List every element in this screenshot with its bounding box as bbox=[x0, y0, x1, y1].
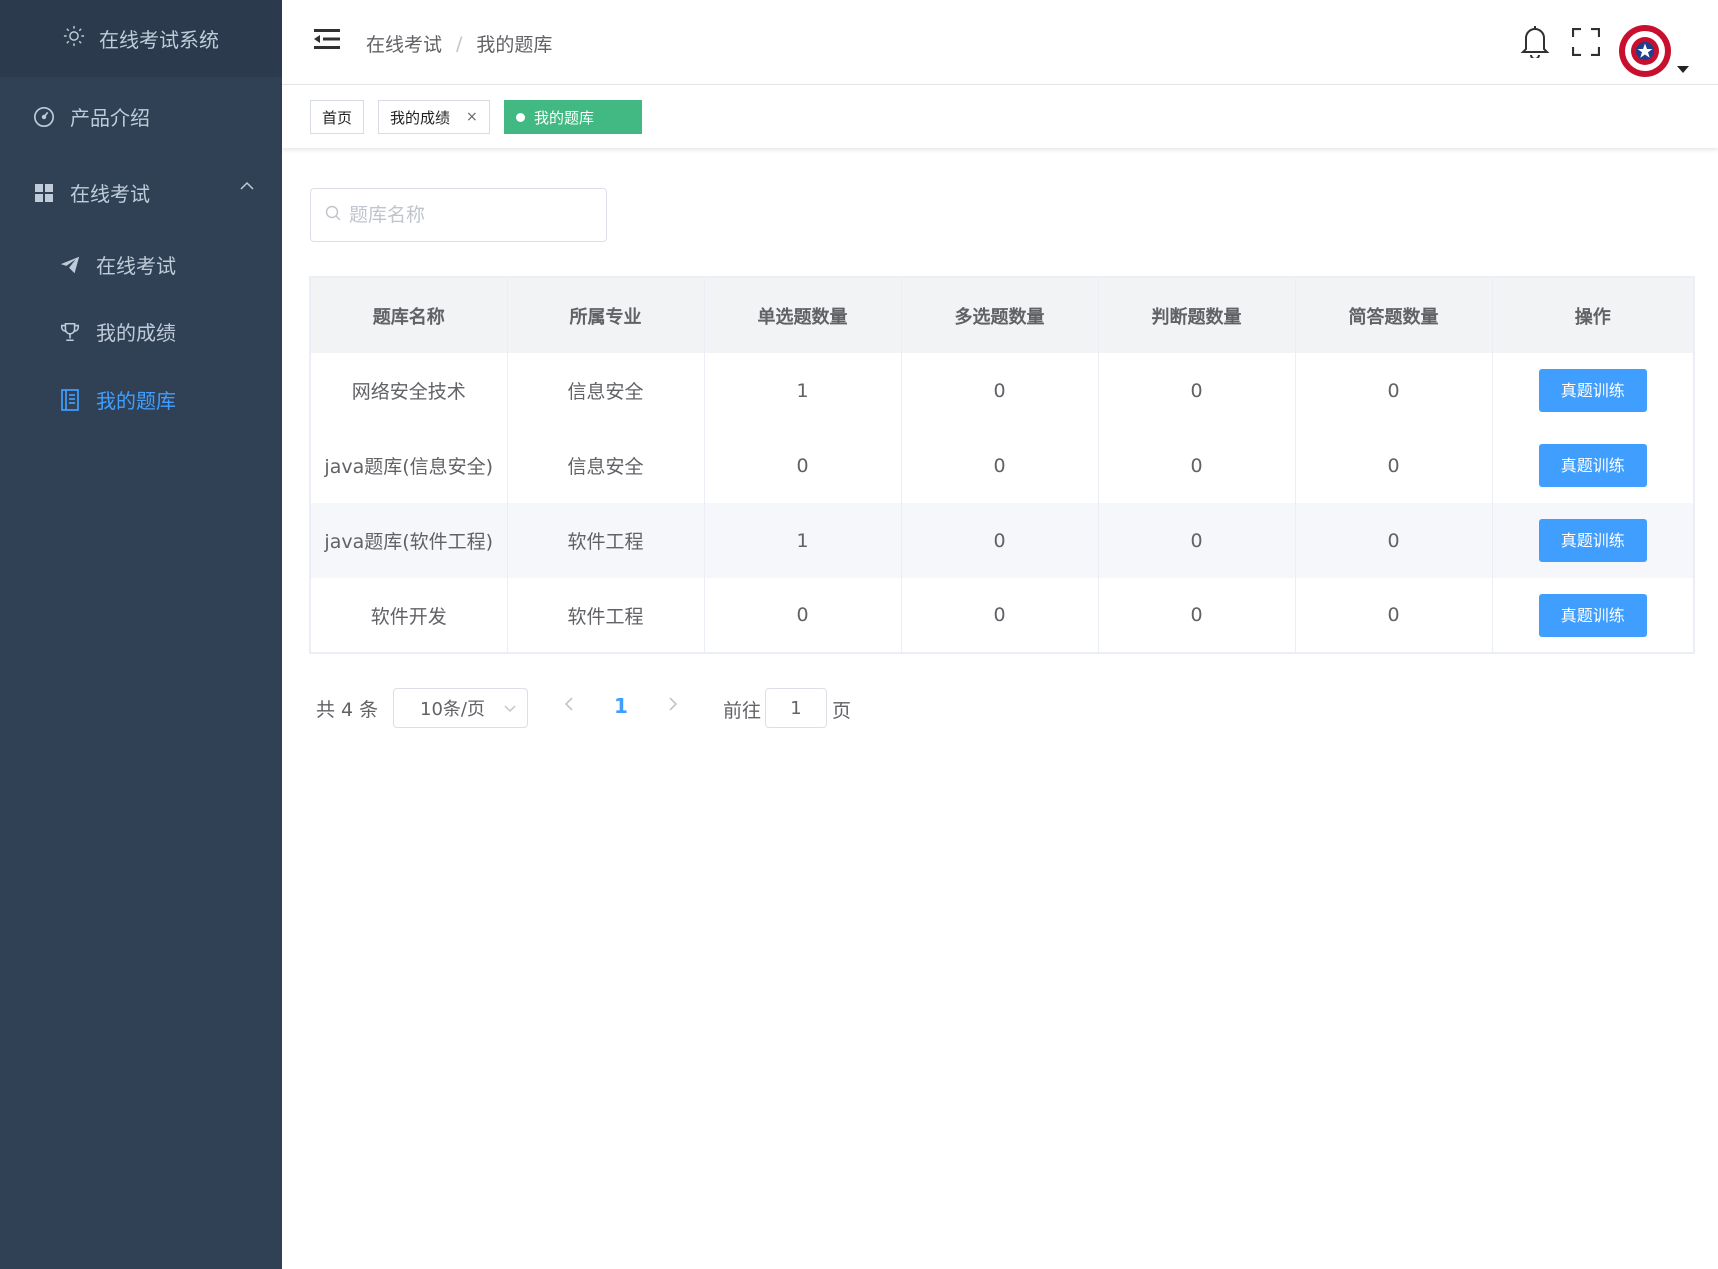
sidebar-item-my-scores[interactable]: 我的成绩 bbox=[58, 317, 176, 346]
practice-button[interactable]: 真题训练 bbox=[1538, 369, 1647, 412]
cell-single-count: 0 bbox=[704, 428, 902, 503]
tag-label: 我的成绩 bbox=[390, 108, 451, 127]
prev-page-icon[interactable] bbox=[563, 696, 575, 717]
caret-down-icon[interactable] bbox=[1677, 66, 1689, 73]
cell-judge-count: 0 bbox=[1098, 428, 1296, 503]
question-bank-name-input[interactable] bbox=[349, 204, 589, 226]
cell-short-count: 0 bbox=[1295, 428, 1493, 503]
app-logo: 在线考试系统 bbox=[0, 0, 282, 77]
column-header: 判断题数量 bbox=[1098, 277, 1296, 353]
practice-button[interactable]: 真题训练 bbox=[1538, 444, 1647, 487]
top-navbar: 在线考试 / 我的题库 bbox=[282, 0, 1718, 85]
cell-major: 软件工程 bbox=[507, 503, 705, 578]
page-size-value: 10条/页 bbox=[420, 699, 485, 720]
hamburger-icon[interactable] bbox=[314, 28, 340, 54]
cell-multi-count: 0 bbox=[901, 428, 1099, 503]
cell-action: 真题训练 bbox=[1492, 353, 1694, 428]
dashboard-icon bbox=[32, 105, 56, 129]
column-header: 单选题数量 bbox=[704, 277, 902, 353]
goto-label: 前往 bbox=[723, 700, 762, 722]
table-row: 网络安全技术 信息安全 1 0 0 0 真题训练 bbox=[310, 353, 1694, 428]
practice-button[interactable]: 真题训练 bbox=[1538, 519, 1647, 562]
breadcrumb-item[interactable]: 在线考试 bbox=[366, 30, 442, 57]
bell-icon[interactable] bbox=[1520, 24, 1550, 62]
cell-name: java题库(信息安全) bbox=[310, 428, 508, 503]
close-icon[interactable]: × bbox=[466, 109, 478, 125]
column-header: 简答题数量 bbox=[1295, 277, 1493, 353]
page-number-current[interactable]: 1 bbox=[614, 694, 628, 718]
table-row: java题库(软件工程) 软件工程 1 0 0 0 真题训练 bbox=[310, 503, 1694, 578]
cell-action: 真题训练 bbox=[1492, 428, 1694, 503]
sidebar-item-product-intro[interactable]: 产品介绍 bbox=[32, 102, 150, 131]
cell-single-count: 0 bbox=[704, 578, 902, 653]
chevron-up-icon bbox=[240, 176, 254, 195]
tag-home[interactable]: 首页 bbox=[310, 100, 365, 134]
pagination-total: 共 4 条 bbox=[316, 698, 379, 721]
page-unit-label: 页 bbox=[832, 700, 852, 722]
tag-label: 首页 bbox=[322, 108, 353, 127]
cell-judge-count: 0 bbox=[1098, 503, 1296, 578]
cell-short-count: 0 bbox=[1295, 353, 1493, 428]
cell-short-count: 0 bbox=[1295, 503, 1493, 578]
sidebar-item-online-exam[interactable]: 在线考试 bbox=[58, 250, 176, 279]
cell-multi-count: 0 bbox=[901, 503, 1099, 578]
table-row: java题库(信息安全) 信息安全 0 0 0 0 真题训练 bbox=[310, 428, 1694, 503]
grid-icon bbox=[32, 181, 56, 205]
chevron-down-icon bbox=[503, 699, 517, 720]
sun-icon bbox=[63, 25, 85, 53]
cell-action: 真题训练 bbox=[1492, 578, 1694, 653]
fullscreen-icon[interactable] bbox=[1571, 27, 1601, 60]
next-page-icon[interactable] bbox=[667, 696, 679, 717]
avatar[interactable] bbox=[1618, 24, 1672, 78]
column-header: 所属专业 bbox=[507, 277, 705, 353]
active-dot-icon bbox=[516, 112, 525, 122]
app-title: 在线考试系统 bbox=[99, 28, 219, 52]
tag-label: 我的题库 bbox=[534, 108, 595, 127]
sidebar-item-label: 我的题库 bbox=[96, 389, 176, 413]
cell-name: 网络安全技术 bbox=[310, 353, 508, 428]
question-bank-table: 题库名称 所属专业 单选题数量 多选题数量 判断题数量 简答题数量 操作 网络安… bbox=[309, 276, 1695, 654]
cell-single-count: 1 bbox=[704, 353, 902, 428]
breadcrumb: 在线考试 / 我的题库 bbox=[366, 30, 552, 57]
tag-my-question-bank[interactable]: 我的题库 bbox=[504, 100, 642, 134]
column-header: 操作 bbox=[1492, 277, 1694, 353]
document-icon bbox=[58, 388, 82, 412]
cell-multi-count: 0 bbox=[901, 353, 1099, 428]
tags-view: 首页 我的成绩 × 我的题库 bbox=[282, 85, 1718, 148]
cell-single-count: 1 bbox=[704, 503, 902, 578]
tag-my-scores[interactable]: 我的成绩 × bbox=[378, 100, 490, 134]
cell-major: 信息安全 bbox=[507, 353, 705, 428]
cell-multi-count: 0 bbox=[901, 578, 1099, 653]
sidebar-item-label: 产品介绍 bbox=[70, 106, 150, 130]
sidebar-item-label: 在线考试 bbox=[96, 254, 176, 278]
paper-plane-icon bbox=[58, 253, 82, 277]
table-row: 软件开发 软件工程 0 0 0 0 真题训练 bbox=[310, 578, 1694, 653]
column-header: 题库名称 bbox=[310, 277, 508, 353]
page-size-select[interactable]: 10条/页 bbox=[393, 688, 528, 728]
sidebar-item-label: 我的成绩 bbox=[96, 321, 176, 345]
sidebar-item-online-exam-group[interactable]: 在线考试 bbox=[32, 178, 150, 207]
sidebar: 在线考试系统 产品介绍 在线考试 在线考试 我的成绩 我的题库 bbox=[0, 0, 282, 1269]
sidebar-item-my-question-bank[interactable]: 我的题库 bbox=[58, 385, 176, 414]
cell-judge-count: 0 bbox=[1098, 578, 1296, 653]
column-header: 多选题数量 bbox=[901, 277, 1099, 353]
search-box bbox=[310, 188, 607, 242]
cell-major: 信息安全 bbox=[507, 428, 705, 503]
breadcrumb-separator: / bbox=[456, 32, 463, 55]
cell-name: 软件开发 bbox=[310, 578, 508, 653]
search-icon bbox=[325, 205, 341, 225]
breadcrumb-item-current: 我的题库 bbox=[476, 34, 553, 56]
table-header-row: 题库名称 所属专业 单选题数量 多选题数量 判断题数量 简答题数量 操作 bbox=[310, 277, 1694, 353]
practice-button[interactable]: 真题训练 bbox=[1538, 593, 1647, 637]
sidebar-item-label: 在线考试 bbox=[70, 182, 150, 206]
cell-action: 真题训练 bbox=[1492, 503, 1694, 578]
goto-page-input[interactable] bbox=[765, 688, 827, 728]
cell-short-count: 0 bbox=[1295, 578, 1493, 653]
trophy-icon bbox=[58, 320, 82, 344]
cell-judge-count: 0 bbox=[1098, 353, 1296, 428]
cell-major: 软件工程 bbox=[507, 578, 705, 653]
cell-name: java题库(软件工程) bbox=[310, 503, 508, 578]
